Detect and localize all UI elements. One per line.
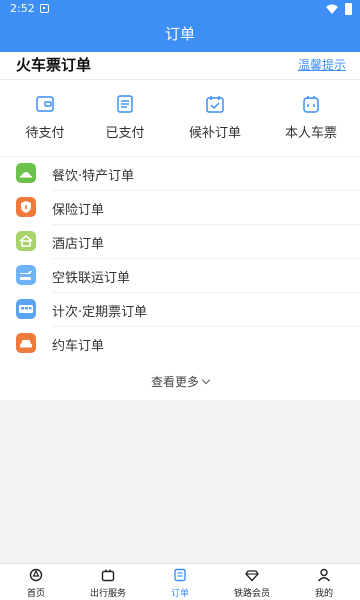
battery-icon — [345, 3, 352, 15]
list-item-label: 保险订单 — [52, 203, 105, 218]
train-orders-card: 火车票订单 温馨提示 待支付 已支付 候补订单 本人车票 — [0, 52, 360, 156]
profile-icon — [317, 568, 331, 582]
air-rail-icon — [16, 265, 36, 285]
tab-travel-service[interactable]: 出行服务 — [72, 564, 144, 600]
car-icon — [16, 333, 36, 353]
tab-orders[interactable]: 订单 — [144, 564, 216, 600]
tab-label: 铁路会员 — [233, 589, 270, 599]
calendar-check-icon — [206, 96, 224, 113]
list-item-pass-ticket[interactable]: 计次·定期票订单 — [0, 293, 360, 327]
tab-label: 我的 — [314, 589, 333, 599]
quick-action-label: 已支付 — [105, 126, 145, 141]
page-title: 订单 — [164, 25, 195, 43]
view-more-button[interactable]: 查看更多 — [0, 373, 360, 390]
list-item-label: 计次·定期票订单 — [52, 305, 148, 320]
quick-action-paid[interactable]: 已支付 — [80, 94, 170, 148]
tab-membership[interactable]: 铁路会员 — [216, 564, 288, 600]
hotel-icon — [16, 231, 36, 251]
tab-label: 订单 — [170, 589, 189, 599]
shield-icon — [16, 197, 36, 217]
train-orders-title: 火车票订单 — [16, 56, 92, 74]
list-item-label: 餐饮·特产订单 — [52, 169, 135, 184]
quick-action-label: 本人车票 — [284, 126, 337, 141]
list-item-label: 空铁联运订单 — [52, 271, 131, 286]
quick-action-my-tickets[interactable]: 本人车票 — [266, 94, 356, 148]
tab-label: 出行服务 — [89, 589, 126, 599]
tab-label: 首页 — [26, 589, 45, 599]
diamond-icon — [245, 570, 259, 582]
notification-icon — [40, 4, 49, 13]
order-icon — [174, 568, 186, 582]
tab-home[interactable]: 首页 — [0, 564, 72, 600]
order-type-list: 餐饮·特产订单 保险订单 酒店订单 空铁联运订单 计次·定期票订单 约车订单 查… — [0, 157, 360, 400]
tab-profile[interactable]: 我的 — [288, 564, 360, 600]
dining-icon — [16, 163, 36, 183]
list-item-label: 约车订单 — [52, 339, 105, 354]
travel-service-icon — [101, 569, 115, 582]
quick-action-label: 待支付 — [25, 126, 65, 141]
home-icon — [29, 568, 43, 582]
list-item-hotel[interactable]: 酒店订单 — [0, 225, 360, 259]
wallet-icon — [36, 96, 54, 112]
chevron-down-icon — [201, 375, 211, 385]
quick-action-label: 候补订单 — [188, 126, 241, 141]
bottom-tab-bar: 首页 出行服务 订单 铁路会员 我的 — [0, 563, 360, 600]
list-item-label: 酒店订单 — [52, 237, 105, 252]
list-item-air-rail[interactable]: 空铁联运订单 — [0, 259, 360, 293]
ticket-bag-icon — [303, 96, 319, 113]
list-item-ride-hailing[interactable]: 约车订单 — [0, 327, 360, 361]
quick-action-pending-payment[interactable]: 待支付 — [0, 94, 90, 148]
tips-link[interactable]: 温馨提示 — [298, 57, 346, 73]
list-item-insurance[interactable]: 保险订单 — [0, 191, 360, 225]
status-time: 2:52 — [10, 2, 35, 15]
status-bar: 2:52 — [0, 0, 360, 18]
wifi-icon — [326, 4, 338, 14]
bus-icon — [16, 299, 36, 319]
receipt-icon — [117, 95, 133, 113]
view-more-label: 查看更多 — [150, 375, 199, 389]
list-item-dining[interactable]: 餐饮·特产订单 — [0, 157, 360, 191]
quick-action-waitlist[interactable]: 候补订单 — [170, 94, 260, 148]
app-bar: 订单 — [0, 18, 360, 52]
divider — [0, 79, 360, 80]
